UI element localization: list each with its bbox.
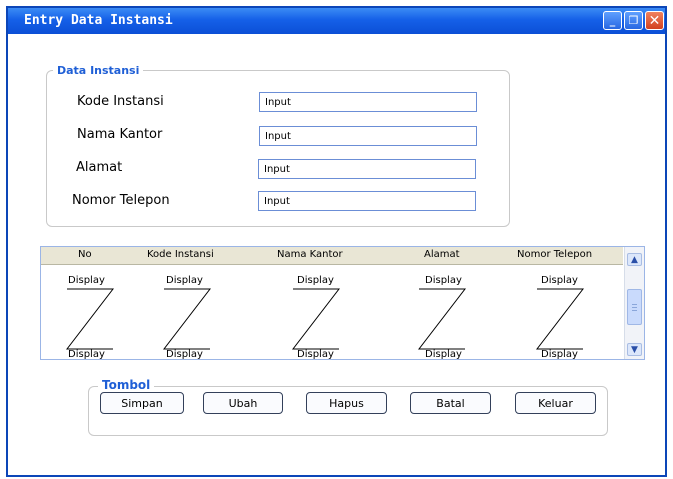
cell-alamat-repeat-marker xyxy=(417,288,467,350)
kode-instansi-label: Kode Instansi xyxy=(77,94,164,109)
nama-kantor-input[interactable] xyxy=(259,126,477,146)
scroll-up-arrow[interactable]: ▲ xyxy=(627,253,642,266)
table-header: No Kode Instansi Nama Kantor Alamat Nomo… xyxy=(41,247,623,265)
column-header-nama-kantor[interactable]: Nama Kantor xyxy=(277,249,343,260)
alamat-label: Alamat xyxy=(76,160,123,175)
cell-alamat-top: Display xyxy=(425,275,462,286)
cell-no-repeat-marker xyxy=(65,288,115,350)
tombol-legend: Tombol xyxy=(98,378,155,392)
window-title: Entry Data Instansi xyxy=(24,13,173,28)
nama-kantor-label: Nama Kantor xyxy=(77,127,163,142)
batal-button[interactable]: Batal xyxy=(410,392,491,414)
data-table[interactable]: No Kode Instansi Nama Kantor Alamat Nomo… xyxy=(40,246,645,360)
column-header-kode-instansi[interactable]: Kode Instansi xyxy=(147,249,214,260)
maximize-icon: ❐ xyxy=(628,14,639,27)
keluar-button[interactable]: Keluar xyxy=(515,392,596,414)
maximize-button[interactable]: ❐ xyxy=(624,11,643,30)
scroll-grip-line xyxy=(632,307,637,308)
simpan-button[interactable]: Simpan xyxy=(100,392,184,414)
alamat-input[interactable] xyxy=(258,159,476,179)
cell-kode-instansi-top: Display xyxy=(166,275,203,286)
table-vertical-scrollbar[interactable]: ▲ ▼ xyxy=(624,247,644,359)
cell-no-top: Display xyxy=(68,275,105,286)
cell-no-bottom: Display xyxy=(68,349,105,360)
minimize-button[interactable]: _ xyxy=(603,11,622,30)
hapus-button[interactable]: Hapus xyxy=(306,392,387,414)
scroll-down-icon: ▼ xyxy=(631,344,638,355)
data-instansi-legend: Data Instansi xyxy=(53,64,144,77)
nomor-telepon-input[interactable] xyxy=(258,191,476,211)
cell-nama-kantor-repeat-marker xyxy=(291,288,341,350)
cell-alamat-bottom: Display xyxy=(425,349,462,360)
scroll-grip-line xyxy=(632,304,637,305)
scroll-down-arrow[interactable]: ▼ xyxy=(627,343,642,356)
scroll-thumb[interactable] xyxy=(627,289,642,325)
kode-instansi-input[interactable] xyxy=(259,92,477,112)
column-header-no[interactable]: No xyxy=(78,249,92,260)
cell-nomor-telepon-top: Display xyxy=(541,275,578,286)
cell-kode-instansi-repeat-marker xyxy=(162,288,212,350)
cell-nama-kantor-top: Display xyxy=(297,275,334,286)
cell-nama-kantor-bottom: Display xyxy=(297,349,334,360)
ubah-button[interactable]: Ubah xyxy=(203,392,283,414)
nomor-telepon-label: Nomor Telepon xyxy=(72,193,170,208)
column-header-alamat[interactable]: Alamat xyxy=(424,249,460,260)
cell-kode-instansi-bottom: Display xyxy=(166,349,203,360)
close-button[interactable]: ✕ xyxy=(645,11,664,30)
scroll-up-icon: ▲ xyxy=(631,254,638,265)
column-header-nomor-telepon[interactable]: Nomor Telepon xyxy=(517,249,592,260)
close-icon: ✕ xyxy=(648,12,661,29)
title-bar[interactable]: Entry Data Instansi _ ❐ ✕ xyxy=(8,8,665,34)
cell-nomor-telepon-repeat-marker xyxy=(535,288,585,350)
scroll-grip-line xyxy=(632,310,637,311)
minimize-icon: _ xyxy=(609,14,616,27)
cell-nomor-telepon-bottom: Display xyxy=(541,349,578,360)
